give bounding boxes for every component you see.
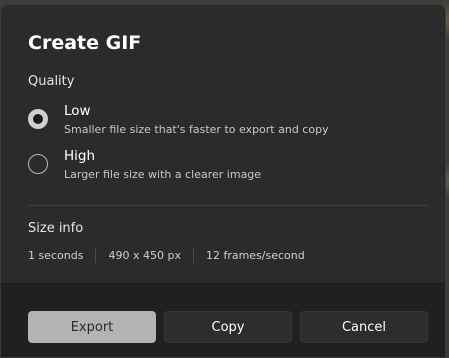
size-info-separator (192, 247, 194, 263)
dialog-title: Create GIF (28, 32, 142, 54)
size-info-frame-rate: 12 frames/second (205, 248, 305, 262)
quality-option-low-description: Smaller file size that's faster to expor… (64, 123, 329, 136)
quality-option-low[interactable]: Low Smaller file size that's faster to e… (28, 103, 428, 143)
quality-option-low-title: Low (64, 103, 91, 119)
quality-option-high-title: High (64, 148, 96, 164)
size-info-dimensions: 490 x 450 px (108, 248, 181, 262)
quality-option-high[interactable]: High Larger file size with a clearer ima… (28, 148, 428, 188)
size-info-separator (95, 247, 97, 263)
quality-label: Quality (28, 74, 75, 89)
create-gif-dialog: Create GIF Quality Low Smaller file size… (0, 4, 446, 358)
cancel-button[interactable]: Cancel (300, 311, 428, 343)
dialog-footer: Export Copy Cancel (1, 283, 445, 357)
size-info-details: 1 seconds 490 x 450 px 12 frames/second (28, 247, 305, 263)
dialog-content: Create GIF Quality Low Smaller file size… (1, 5, 445, 283)
size-info-label: Size info (28, 221, 84, 236)
quality-option-high-description: Larger file size with a clearer image (64, 168, 262, 181)
radio-unselected-icon[interactable] (28, 154, 48, 174)
export-button[interactable]: Export (28, 311, 156, 343)
section-divider (28, 205, 428, 206)
copy-button[interactable]: Copy (164, 311, 292, 343)
size-info-duration: 1 seconds (28, 248, 84, 262)
radio-selected-icon[interactable] (28, 109, 48, 129)
